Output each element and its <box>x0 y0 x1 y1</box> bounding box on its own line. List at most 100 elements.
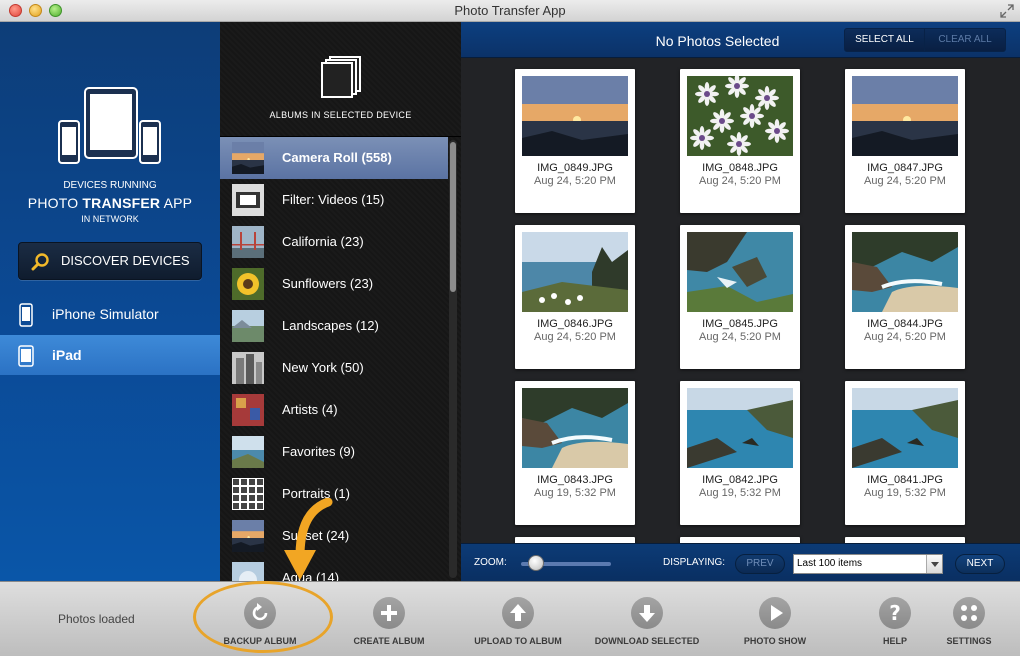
chevron-down-icon[interactable] <box>926 555 942 573</box>
albums-header: ALBUMS IN SELECTED DEVICE <box>220 22 461 137</box>
device-label: iPad <box>52 347 82 363</box>
photo-card[interactable]: IMG_0844.JPG Aug 24, 5:20 PM <box>845 225 965 369</box>
photo-date: Aug 19, 5:32 PM <box>864 487 946 499</box>
download-selected-button[interactable]: DOWNLOAD SELECTED <box>588 582 706 656</box>
album-item[interactable]: Camera Roll (558) <box>220 137 448 179</box>
album-label: California (23) <box>282 234 364 249</box>
window-title: Photo Transfer App <box>454 3 566 18</box>
photo-card[interactable]: IMG_0841.JPG Aug 19, 5:32 PM <box>845 381 965 525</box>
photo-thumbnail <box>687 232 793 312</box>
photos-footer: ZOOM: DISPLAYING: PREV Last 100 items NE… <box>461 543 1020 581</box>
album-thumbnail <box>232 520 264 552</box>
album-item[interactable]: California (23) <box>220 221 448 263</box>
photo-filename: IMG_0845.JPG <box>702 318 778 330</box>
display-count-value: Last 100 items <box>797 558 863 569</box>
photo-card[interactable]: IMG_0848.JPG Aug 24, 5:20 PM <box>680 69 800 213</box>
photo-card[interactable]: IMG_0847.JPG Aug 24, 5:20 PM <box>845 69 965 213</box>
svg-text:?: ? <box>889 601 901 625</box>
help-icon: ? <box>879 597 911 629</box>
photo-show-label: PHOTO SHOW <box>743 636 807 646</box>
album-thumbnail <box>232 562 264 581</box>
minimize-window-button[interactable] <box>29 4 42 17</box>
album-item[interactable]: Portraits (1) <box>220 473 448 515</box>
photo-thumbnail <box>522 388 628 468</box>
photo-thumbnail <box>687 76 793 156</box>
displaying-label: DISPLAYING: <box>663 557 726 568</box>
album-item[interactable]: Landscapes (12) <box>220 305 448 347</box>
fullscreen-icon[interactable] <box>1000 4 1014 18</box>
album-thumbnail <box>232 352 264 384</box>
photo-show-button[interactable]: PHOTO SHOW <box>730 582 820 656</box>
photo-thumbnail <box>852 76 958 156</box>
next-button[interactable]: NEXT <box>955 554 1005 574</box>
photos-header: No Photos Selected SELECT ALL CLEAR ALL <box>461 22 1020 58</box>
create-album-button[interactable]: CREATE ALBUM <box>344 582 434 656</box>
album-thumbnail <box>232 310 264 342</box>
discover-devices-button[interactable]: DISCOVER DEVICES <box>18 242 202 280</box>
album-thumbnail <box>232 226 264 258</box>
photo-card[interactable]: IMG_0842.JPG Aug 19, 5:32 PM <box>680 381 800 525</box>
photo-filename: IMG_0843.JPG <box>537 474 613 486</box>
photo-date: Aug 24, 5:20 PM <box>864 331 946 343</box>
photo-card[interactable]: IMG_0849.JPG Aug 24, 5:20 PM <box>515 69 635 213</box>
album-scrollbar-thumb[interactable] <box>450 142 456 292</box>
photo-filename: IMG_0841.JPG <box>867 474 943 486</box>
photo-filename: IMG_0842.JPG <box>702 474 778 486</box>
album-item[interactable]: Filter: Videos (15) <box>220 179 448 221</box>
photo-card[interactable]: IMG_0843.JPG Aug 19, 5:32 PM <box>515 381 635 525</box>
album-label: Sunflowers (23) <box>282 276 374 291</box>
album-thumbnail <box>232 478 264 510</box>
photo-thumbnail <box>522 76 628 156</box>
upload-to-album-label: UPLOAD TO ALBUM <box>474 636 562 646</box>
clear-all-button[interactable]: CLEAR ALL <box>925 29 1005 51</box>
upload-to-album-button[interactable]: UPLOAD TO ALBUM <box>468 582 568 656</box>
album-item[interactable]: Sunflowers (23) <box>220 263 448 305</box>
photo-filename: IMG_0847.JPG <box>867 162 943 174</box>
backup-album-label: BACKUP ALBUM <box>223 636 297 646</box>
album-thumbnail <box>232 142 264 174</box>
album-label: Sunset (24) <box>282 528 350 543</box>
photo-card[interactable]: IMG_0846.JPG Aug 24, 5:20 PM <box>515 225 635 369</box>
album-thumbnail <box>232 436 264 468</box>
download-selected-label: DOWNLOAD SELECTED <box>594 636 700 646</box>
album-item[interactable]: Artists (4) <box>220 389 448 431</box>
album-item[interactable]: Aqua (14) <box>220 557 448 581</box>
album-item[interactable]: Sunset (24) <box>220 515 448 557</box>
close-window-button[interactable] <box>9 4 22 17</box>
album-item[interactable]: New York (50) <box>220 347 448 389</box>
device-item-ipad[interactable]: iPad <box>0 335 220 375</box>
upload-icon <box>502 597 534 629</box>
backup-icon <box>244 597 276 629</box>
settings-icon <box>953 597 985 629</box>
albums-title: ALBUMS IN SELECTED DEVICE <box>269 110 412 120</box>
settings-button[interactable]: SETTINGS <box>939 582 999 656</box>
play-icon <box>759 597 791 629</box>
photo-date: Aug 24, 5:20 PM <box>864 175 946 187</box>
display-count-select[interactable]: Last 100 items <box>793 554 943 574</box>
download-icon <box>631 597 663 629</box>
devices-running-label: DEVICES RUNNING <box>63 180 157 191</box>
album-thumbnail <box>232 394 264 426</box>
album-label: Aqua (14) <box>282 570 340 581</box>
select-all-button[interactable]: SELECT ALL <box>845 29 925 51</box>
albums-panel: ALBUMS IN SELECTED DEVICE Camera Roll (5… <box>220 22 461 581</box>
help-label: HELP <box>882 636 907 646</box>
photo-filename: IMG_0848.JPG <box>702 162 778 174</box>
help-button[interactable]: ? HELP <box>865 582 925 656</box>
photos-panel: No Photos Selected SELECT ALL CLEAR ALL … <box>461 22 1020 581</box>
device-item-iphone-simulator[interactable]: iPhone Simulator <box>0 294 220 334</box>
zoom-window-button[interactable] <box>49 4 62 17</box>
photo-thumbnail <box>852 232 958 312</box>
photo-card[interactable]: IMG_0845.JPG Aug 24, 5:20 PM <box>680 225 800 369</box>
bottom-toolbar: Photos loaded BACKUP ALBUM CREATE ALBUM … <box>0 581 1020 656</box>
photo-thumbnail <box>852 388 958 468</box>
discover-devices-label: DISCOVER DEVICES <box>61 253 190 268</box>
zoom-slider-knob[interactable] <box>528 555 545 571</box>
album-item[interactable]: Favorites (9) <box>220 431 448 473</box>
album-label: Artists (4) <box>282 402 338 417</box>
album-label: Portraits (1) <box>282 486 350 501</box>
album-thumbnail <box>232 268 264 300</box>
prev-button[interactable]: PREV <box>735 554 785 574</box>
search-icon <box>31 253 49 271</box>
backup-album-button[interactable]: BACKUP ALBUM <box>215 582 305 656</box>
